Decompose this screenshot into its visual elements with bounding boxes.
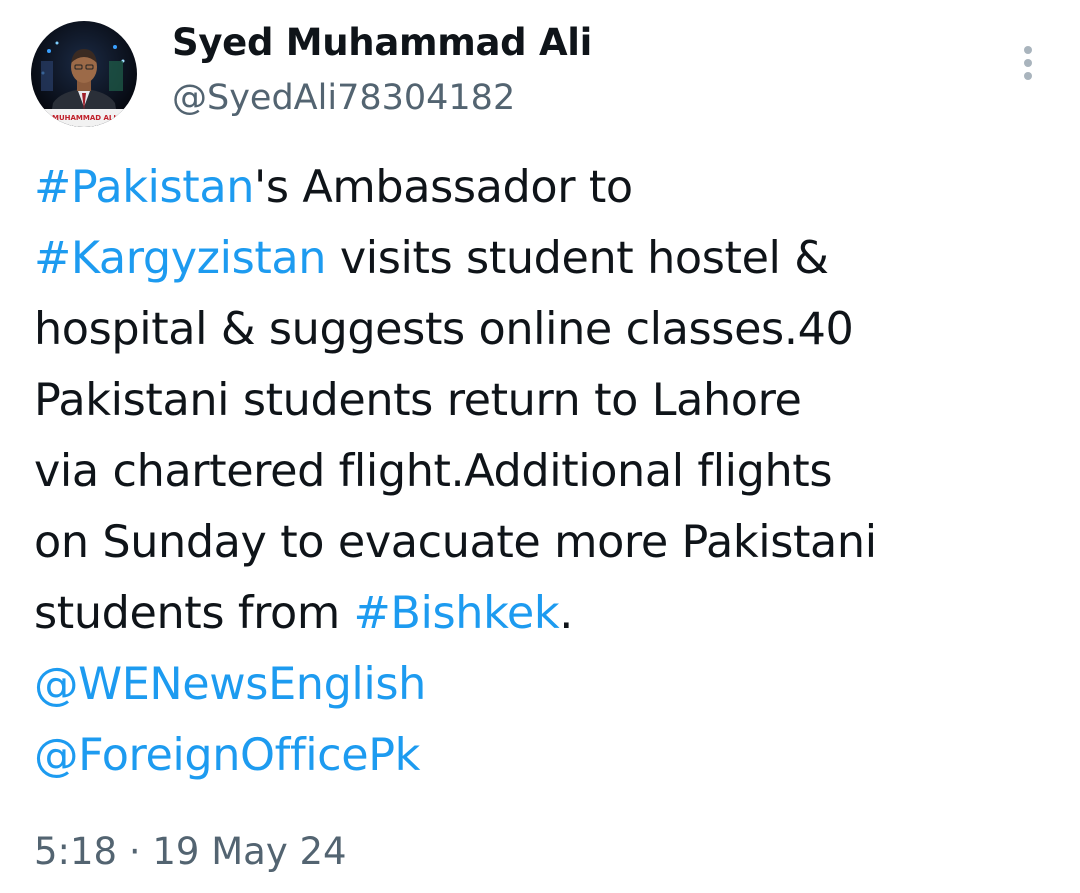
tweet-line-1: #Pakistan's Ambassador to bbox=[34, 152, 1034, 223]
username-handle[interactable]: @SyedAli78304182 bbox=[172, 73, 515, 123]
tweet-text: #Pakistan's Ambassador to #Kargyzistan v… bbox=[34, 152, 1034, 791]
tweet-line-6: on Sunday to evacuate more Pakistani bbox=[34, 517, 877, 568]
hashtag-link[interactable]: #Kargyzistan bbox=[34, 233, 326, 284]
tweet-line-4: Pakistani students return to Lahore bbox=[34, 375, 802, 426]
tweet-line-7: students from #Bishkek. bbox=[34, 578, 1034, 649]
hashtag-link[interactable]: #Pakistan bbox=[34, 162, 254, 213]
tweet-timestamp: 5:18 · 19 May 24 bbox=[34, 826, 347, 878]
timestamp-separator: · bbox=[117, 830, 153, 873]
tweet-time[interactable]: 5:18 bbox=[34, 830, 117, 873]
avatar[interactable]: MUHAMMAD ALI bbox=[31, 21, 137, 127]
display-name[interactable]: Syed Muhammad Ali bbox=[172, 17, 592, 69]
tweet-text-fragment: visits student hostel & bbox=[326, 233, 829, 284]
tweet-date[interactable]: 19 May 24 bbox=[152, 830, 346, 873]
more-options-button[interactable] bbox=[1010, 40, 1046, 86]
hashtag-link[interactable]: #Bishkek bbox=[354, 588, 560, 639]
svg-text:MUHAMMAD ALI: MUHAMMAD ALI bbox=[52, 114, 116, 122]
tweet-text-fragment: . bbox=[559, 588, 573, 639]
tweet-line-2: #Kargyzistan visits student hostel & bbox=[34, 223, 1034, 294]
tweet-line-3: hospital & suggests online classes.40 bbox=[34, 304, 854, 355]
tweet-line-8: @WENewsEnglish bbox=[34, 649, 1034, 720]
tweet-line-9: @ForeignOfficePk bbox=[34, 720, 1034, 791]
avatar-image: MUHAMMAD ALI bbox=[31, 21, 137, 127]
tweet-text-fragment: 's Ambassador to bbox=[254, 162, 633, 213]
mention-link[interactable]: @WENewsEnglish bbox=[34, 659, 426, 710]
mention-link[interactable]: @ForeignOfficePk bbox=[34, 730, 420, 781]
tweet-line-5: via chartered flight.Additional flights bbox=[34, 446, 833, 497]
tweet-text-fragment: students from bbox=[34, 588, 354, 639]
